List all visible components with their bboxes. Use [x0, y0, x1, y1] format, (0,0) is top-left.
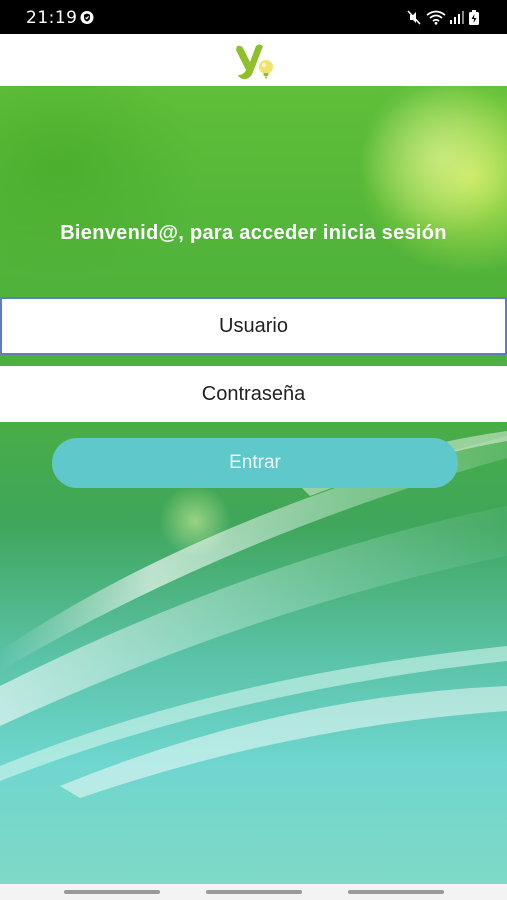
shield-check-icon	[80, 10, 94, 30]
password-field[interactable]	[0, 366, 507, 422]
home-button[interactable]	[206, 890, 302, 894]
status-bar: 21:19	[0, 0, 507, 34]
app-header	[0, 34, 507, 86]
screen: 21:19 Bienvenid@, para acceder inicia se…	[0, 0, 507, 900]
signal-icon	[449, 10, 465, 30]
navigation-bar	[0, 884, 507, 900]
back-button[interactable]	[348, 890, 444, 894]
recent-apps-button[interactable]	[64, 890, 160, 894]
status-time: 21:19	[26, 8, 78, 28]
username-field[interactable]	[0, 297, 507, 355]
wifi-icon	[426, 10, 446, 30]
login-button[interactable]: Entrar	[52, 438, 458, 488]
battery-icon	[468, 10, 480, 31]
app-logo-icon	[233, 42, 277, 82]
mute-icon	[406, 10, 422, 30]
login-background: Bienvenid@, para acceder inicia sesión E…	[0, 86, 507, 884]
welcome-message: Bienvenid@, para acceder inicia sesión	[60, 222, 447, 244]
